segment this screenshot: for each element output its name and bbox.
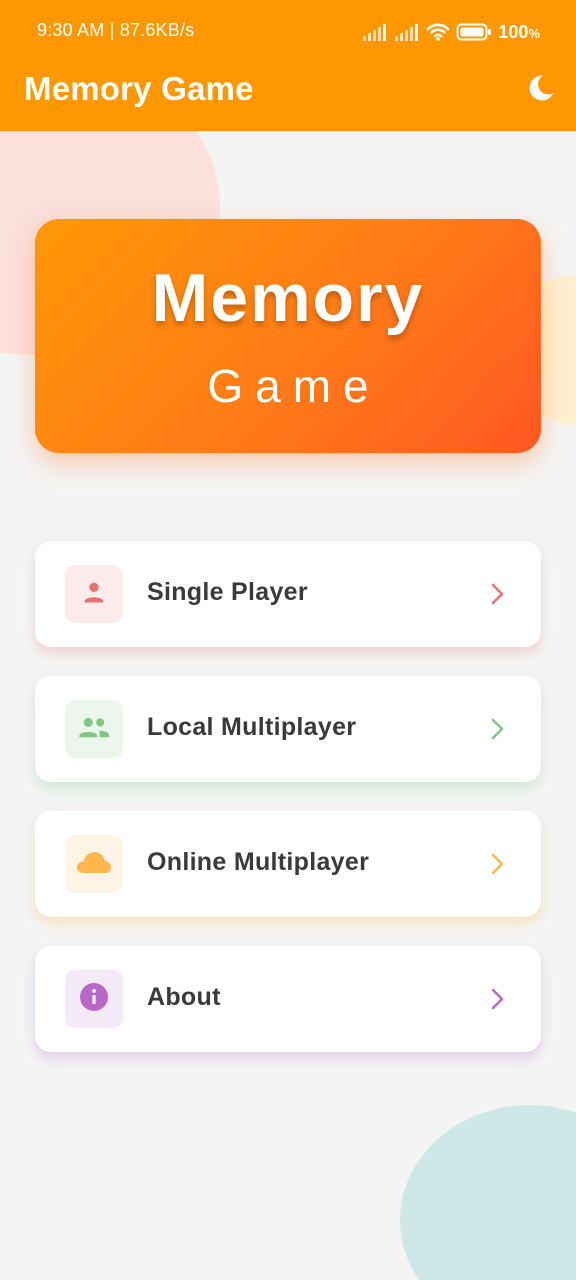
status-time: 9:30 AM | 87.6KB/s — [37, 20, 195, 40]
decorative-circle-teal — [400, 1105, 576, 1280]
chevron-right-icon — [489, 851, 507, 877]
online-multiplayer-button[interactable]: Online Multiplayer — [35, 811, 541, 917]
moon-icon — [526, 73, 556, 108]
status-icons: 100% — [362, 20, 540, 44]
hero-subtitle: Game — [207, 360, 381, 412]
app-header: 9:30 AM | 87.6KB/s 100% Memory Game — [0, 0, 576, 131]
wifi-icon — [426, 23, 450, 41]
signal-icon — [394, 23, 420, 41]
battery-icon — [456, 23, 492, 41]
menu-label: Online Multiplayer — [147, 848, 370, 876]
signal-icon — [362, 23, 388, 41]
cloud-icon — [75, 849, 113, 880]
chevron-right-icon — [489, 986, 507, 1012]
person-icon — [80, 578, 108, 611]
about-button[interactable]: About — [35, 946, 541, 1052]
menu-label: Local Multiplayer — [147, 713, 357, 741]
app-title: Memory Game — [24, 70, 254, 107]
local-multiplayer-button[interactable]: Local Multiplayer — [35, 676, 541, 782]
menu-icon-box — [65, 970, 123, 1028]
info-icon — [79, 982, 109, 1017]
menu-label: About — [147, 983, 221, 1011]
chevron-right-icon — [489, 581, 507, 607]
single-player-button[interactable]: Single Player — [35, 541, 541, 647]
group-icon — [77, 713, 111, 746]
menu-icon-box — [65, 565, 123, 623]
menu-icon-box — [65, 700, 123, 758]
hero-title: Memory — [151, 260, 425, 336]
chevron-right-icon — [489, 716, 507, 742]
theme-toggle-button[interactable] — [522, 71, 560, 109]
screen: 9:30 AM | 87.6KB/s 100% Memory Game Memo… — [0, 0, 576, 1280]
menu-icon-box — [65, 835, 123, 893]
battery-level: 100% — [498, 21, 540, 42]
hero-banner: Memory Game — [35, 219, 541, 453]
status-bar: 9:30 AM | 87.6KB/s 100% — [0, 0, 576, 64]
menu-label: Single Player — [147, 578, 308, 606]
